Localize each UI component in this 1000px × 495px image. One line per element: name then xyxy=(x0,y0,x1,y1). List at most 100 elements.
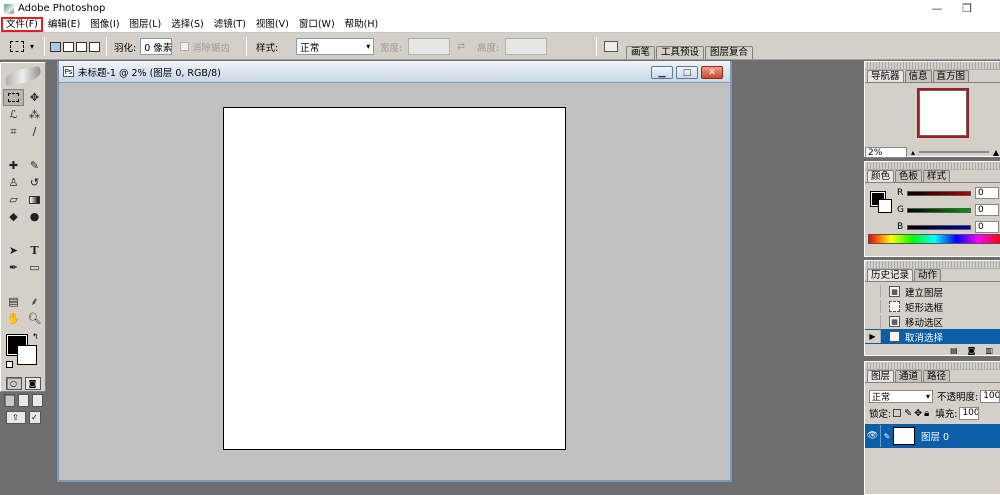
tab-channels[interactable]: 通道 xyxy=(895,370,923,382)
move-tool-icon[interactable]: ✥ xyxy=(24,89,45,106)
standard-mode-icon[interactable]: ○ xyxy=(5,377,22,390)
tab-navigator[interactable]: 导航器 xyxy=(867,70,904,82)
tab-paths[interactable]: 路径 xyxy=(923,370,951,382)
menu-view[interactable]: 视图(V) xyxy=(251,17,294,32)
menu-edit[interactable]: 编辑(E) xyxy=(43,17,85,32)
fill-field[interactable]: 100 xyxy=(959,406,980,420)
gradient-tool-icon[interactable] xyxy=(24,191,45,208)
zoom-in-icon[interactable]: ▲ xyxy=(993,148,999,157)
history-brush-slot[interactable] xyxy=(865,315,881,328)
feather-input[interactable]: 0 像素 xyxy=(140,38,172,55)
layer-thumbnail[interactable] xyxy=(893,427,915,445)
color-bg-swatch[interactable] xyxy=(878,199,892,213)
zoom-field[interactable]: 2% xyxy=(865,146,907,158)
menu-image[interactable]: 图像(I) xyxy=(85,17,124,32)
eyedropper-tool-icon[interactable]: ⸙ xyxy=(24,293,45,310)
swap-colors-icon[interactable]: ↰ xyxy=(32,332,39,341)
dock-tab-tool-presets[interactable]: 工具预设 xyxy=(656,46,705,59)
tab-actions[interactable]: 动作 xyxy=(914,269,942,281)
new-document-from-state-icon[interactable]: ▤ xyxy=(950,346,958,355)
blur-tool-icon[interactable]: ◆ xyxy=(3,208,24,225)
panel-grip[interactable] xyxy=(865,162,1000,170)
quick-mask-mode-icon[interactable]: ◙ xyxy=(24,377,41,390)
menu-filter[interactable]: 滤镜(T) xyxy=(209,17,251,32)
tab-history[interactable]: 历史记录 xyxy=(867,269,914,281)
document-close-button[interactable]: ✕ xyxy=(701,66,723,79)
background-color-swatch[interactable] xyxy=(17,345,37,365)
history-item[interactable]: 矩形选框 xyxy=(865,299,1000,314)
lock-transparency-icon[interactable] xyxy=(893,409,902,417)
style-select[interactable]: 正常 ▾ xyxy=(296,38,375,55)
tab-swatches[interactable]: 色板 xyxy=(895,170,923,182)
channel-b-slider[interactable] xyxy=(907,224,971,230)
hand-tool-icon[interactable]: ✋ xyxy=(3,310,24,327)
slice-tool-icon[interactable]: ∕ xyxy=(24,123,45,140)
history-brush-slot[interactable] xyxy=(865,285,881,298)
new-selection-icon[interactable] xyxy=(50,41,61,52)
crop-tool-icon[interactable]: ⌗ xyxy=(3,123,24,140)
tab-color[interactable]: 颜色 xyxy=(867,170,895,182)
notes-tool-icon[interactable]: ▤ xyxy=(3,293,24,310)
create-snapshot-icon[interactable]: ◙ xyxy=(968,346,976,355)
channel-r-value[interactable]: 0 xyxy=(975,187,999,199)
delete-state-icon[interactable]: ▥ xyxy=(985,346,993,355)
edit-in-imageready-icon[interactable]: ✓ xyxy=(28,411,41,424)
zoom-slider[interactable] xyxy=(919,151,989,153)
clone-stamp-tool-icon[interactable]: ♙ xyxy=(3,174,24,191)
pen-tool-icon[interactable]: ✒ xyxy=(3,259,24,276)
state-pointer-icon[interactable]: ▶ xyxy=(865,330,881,343)
rect-marquee-tool-icon[interactable] xyxy=(3,89,24,106)
navigator-thumbnail[interactable] xyxy=(917,88,969,138)
panel-grip[interactable] xyxy=(865,261,1000,269)
lasso-tool-icon[interactable]: ℒ xyxy=(3,106,24,123)
layer-visibility-eye-icon[interactable]: 👁︎ xyxy=(865,425,881,447)
file-browser-icon[interactable] xyxy=(604,41,618,52)
height-input[interactable] xyxy=(505,38,548,55)
photoshop-feather-logo[interactable] xyxy=(4,65,42,87)
default-colors-icon[interactable] xyxy=(6,361,13,368)
standard-screen-mode-icon[interactable] xyxy=(3,394,15,407)
dock-tab-layer-comps[interactable]: 图层复合 xyxy=(705,46,754,59)
full-screen-mode-icon[interactable] xyxy=(31,394,43,407)
lock-pixels-icon[interactable]: ✎ xyxy=(904,408,912,419)
tab-styles[interactable]: 样式 xyxy=(923,170,951,182)
history-brush-slot[interactable] xyxy=(865,300,881,313)
channel-r-slider[interactable] xyxy=(907,190,971,196)
menu-file[interactable]: 文件(F) xyxy=(1,17,43,32)
add-selection-icon[interactable] xyxy=(63,41,74,52)
minimize-button[interactable]: — xyxy=(922,0,952,17)
tool-preset-picker[interactable]: ▾ xyxy=(10,33,34,60)
layer-row-selected[interactable]: 👁︎ ✎ 图层 0 xyxy=(865,424,1000,448)
shape-tool-icon[interactable]: ▭ xyxy=(24,259,45,276)
color-spectrum-bar[interactable] xyxy=(868,234,1000,244)
layer-brush-icon[interactable]: ✎ xyxy=(881,432,893,441)
document-maximize-button[interactable]: □ xyxy=(676,66,698,79)
healing-brush-tool-icon[interactable]: ✚ xyxy=(3,157,24,174)
blend-mode-select[interactable]: 正常 ▾ xyxy=(869,389,933,403)
intersect-selection-icon[interactable] xyxy=(89,41,100,52)
channel-g-slider[interactable] xyxy=(907,207,971,213)
path-selection-tool-icon[interactable]: ➤ xyxy=(3,242,24,259)
history-brush-tool-icon[interactable]: ↺ xyxy=(24,174,45,191)
menu-help[interactable]: 帮助(H) xyxy=(340,17,384,32)
menu-select[interactable]: 选择(S) xyxy=(166,17,208,32)
type-tool-icon[interactable]: T xyxy=(24,242,45,259)
layer-name[interactable]: 图层 0 xyxy=(921,429,949,443)
dodge-tool-icon[interactable]: ● xyxy=(24,208,45,225)
tab-layers[interactable]: 图层 xyxy=(867,370,895,382)
history-item[interactable]: ▦ 移动选区 xyxy=(865,314,1000,329)
channel-b-value[interactable]: 0 xyxy=(975,221,999,233)
tab-info[interactable]: 信息 xyxy=(904,70,932,82)
dock-tab-brushes[interactable]: 画笔 xyxy=(626,46,656,59)
history-item[interactable]: ▦ 建立图层 xyxy=(865,284,1000,299)
magic-wand-tool-icon[interactable]: ⁂ xyxy=(24,106,45,123)
eraser-tool-icon[interactable]: ▱ xyxy=(3,191,24,208)
width-input[interactable] xyxy=(408,38,451,55)
history-item-selected[interactable]: ▶ ▤ 取消选择 xyxy=(865,329,1000,344)
antialias-checkbox[interactable] xyxy=(180,42,189,51)
panel-grip[interactable] xyxy=(865,62,1000,70)
full-screen-menu-mode-icon[interactable] xyxy=(17,394,29,407)
tab-histogram[interactable]: 直方图 xyxy=(932,70,970,82)
zoom-tool-icon[interactable]: 🔍︎ xyxy=(24,310,45,327)
menu-window[interactable]: 窗口(W) xyxy=(294,17,340,32)
